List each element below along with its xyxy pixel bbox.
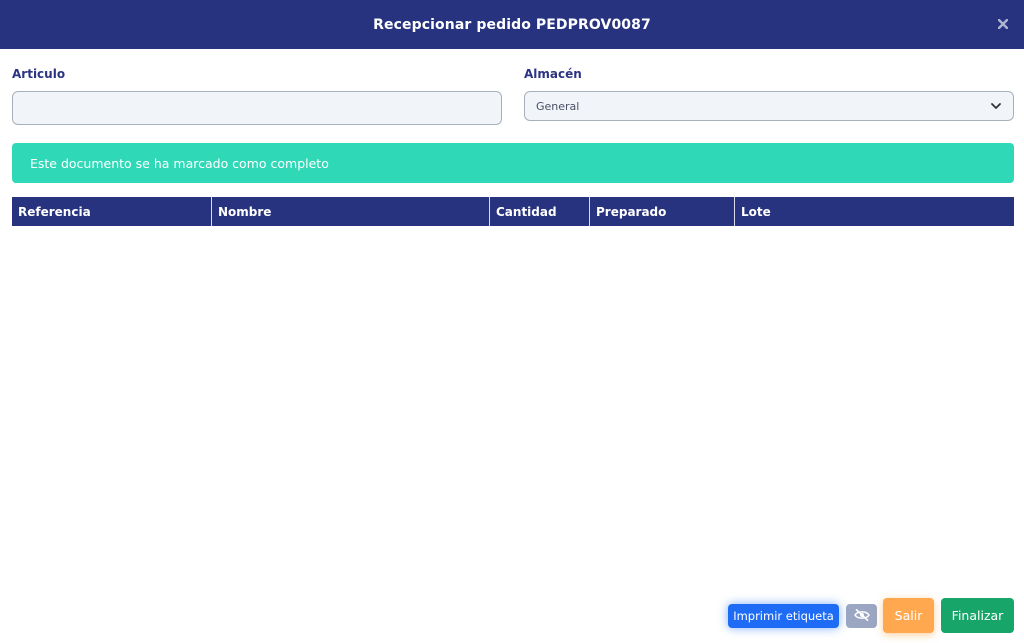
column-header-nombre: Nombre [212, 197, 490, 226]
salir-button[interactable]: Salir [883, 598, 934, 633]
almacen-selected-value: General [536, 99, 580, 113]
articulo-label: Articulo [12, 67, 66, 81]
finalizar-button[interactable]: Finalizar [941, 598, 1014, 633]
toggle-visibility-button[interactable] [846, 604, 877, 628]
alert-text: Este documento se ha marcado como comple… [30, 155, 329, 171]
column-header-referencia: Referencia [12, 197, 212, 226]
chevron-down-icon [990, 100, 1002, 112]
column-header-cantidad: Cantidad [490, 197, 590, 226]
eye-off-icon [853, 608, 870, 624]
modal-title: Recepcionar pedido PEDPROV0087 [373, 16, 651, 33]
table-header: Referencia Nombre Cantidad Preparado Lot… [12, 197, 1014, 226]
close-icon[interactable] [996, 17, 1010, 31]
modal-header: Recepcionar pedido PEDPROV0087 [0, 0, 1024, 49]
articulo-input[interactable] [12, 91, 502, 125]
almacen-label: Almacén [524, 67, 582, 81]
completed-alert: Este documento se ha marcado como comple… [12, 143, 1014, 183]
column-header-preparado: Preparado [590, 197, 735, 226]
almacen-select[interactable]: General [524, 91, 1014, 121]
column-header-lote: Lote [741, 204, 771, 219]
print-label-button[interactable]: Imprimir etiqueta [728, 604, 839, 628]
